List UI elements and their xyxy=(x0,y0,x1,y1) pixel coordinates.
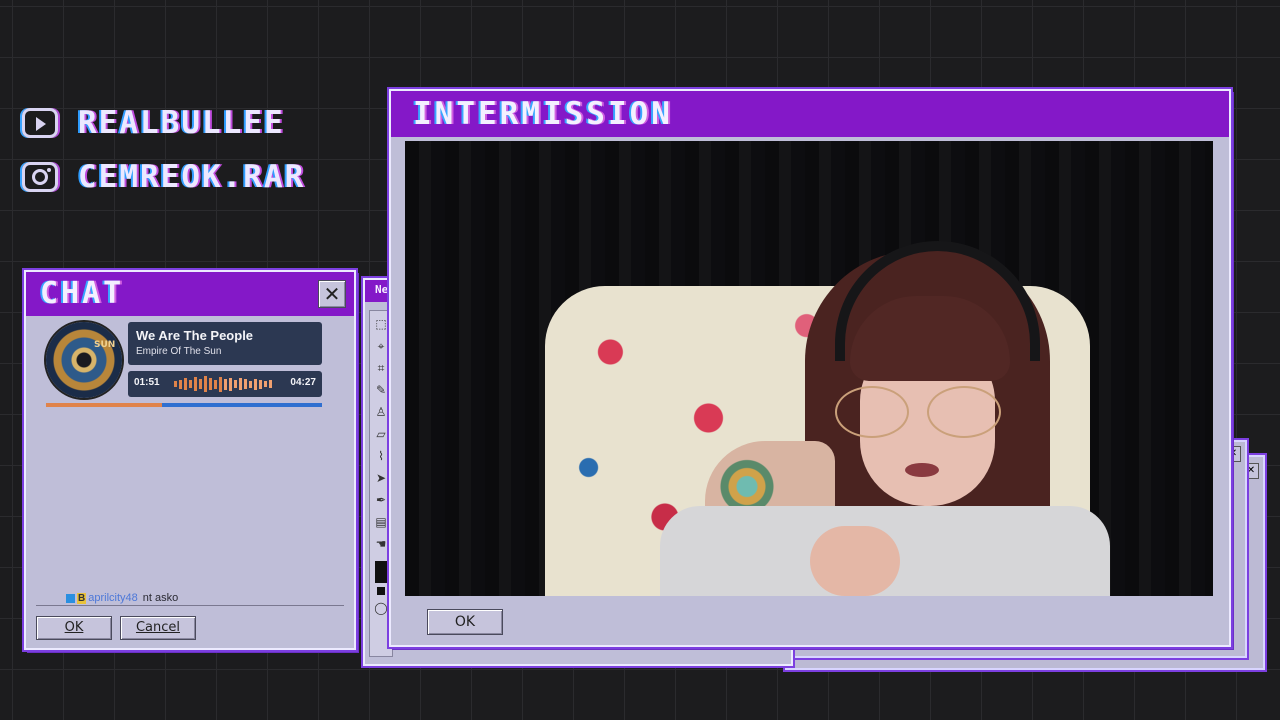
song-artist: Empire Of The Sun xyxy=(136,346,222,357)
instagram-handle: CEMREOK.RAR xyxy=(78,159,306,195)
background-color-swatch[interactable] xyxy=(377,587,385,595)
stamp-tool-icon[interactable]: ♙ xyxy=(373,403,389,421)
waveform-bar xyxy=(239,378,242,390)
text-tool-icon[interactable]: ▤ xyxy=(373,513,389,531)
waveform-bar xyxy=(179,379,182,389)
person-lips xyxy=(905,463,939,477)
instagram-icon xyxy=(22,162,58,192)
waveform-bar xyxy=(194,377,197,391)
youtube-icon xyxy=(22,108,58,138)
album-art-label: SUN xyxy=(94,340,116,350)
waveform-bar xyxy=(204,376,207,392)
duration-time: 04:27 xyxy=(290,377,316,388)
lasso-tool-icon[interactable]: ⌖ xyxy=(373,337,389,355)
waveform-bar xyxy=(224,378,227,390)
chat-divider xyxy=(36,605,344,606)
album-art: SUN xyxy=(46,322,122,398)
zoom-tool-icon[interactable]: ◯ xyxy=(373,599,389,617)
waveform xyxy=(174,375,278,393)
foreground-color-swatch[interactable] xyxy=(375,561,387,583)
song-title: We Are The People xyxy=(136,328,254,343)
glasses-icon xyxy=(835,386,1015,438)
person-hands xyxy=(810,526,900,596)
pen-tool-icon[interactable]: ✒ xyxy=(373,491,389,509)
now-playing-card: We Are The People Empire Of The Sun xyxy=(128,322,322,365)
waveform-bar xyxy=(249,380,252,388)
webcam-video xyxy=(405,141,1213,596)
crop-tool-icon[interactable]: ⌗ xyxy=(373,359,389,377)
waveform-bar xyxy=(269,380,272,388)
brush-tool-icon[interactable]: ⌇ xyxy=(373,447,389,465)
playback-progress-bar xyxy=(46,403,322,407)
waveform-bar xyxy=(199,379,202,389)
select-tool-icon[interactable]: ⬚ xyxy=(373,315,389,333)
intermission-titlebar: INTERMISSION xyxy=(391,91,1229,137)
waveform-bar xyxy=(219,376,222,392)
waveform-bar xyxy=(264,381,267,387)
chat-message-text: nt asko xyxy=(142,592,179,604)
waveform-bar xyxy=(189,380,192,388)
chat-username[interactable]: aprilcity48 xyxy=(88,592,138,604)
intermission-ok-button[interactable]: OK xyxy=(427,609,503,635)
waveform-bar xyxy=(234,380,237,388)
pencil-tool-icon[interactable]: ✎ xyxy=(373,381,389,399)
intermission-title: INTERMISSION xyxy=(413,96,673,132)
waveform-bar xyxy=(214,379,217,389)
playback-card: 01:51 04:27 xyxy=(128,371,322,397)
paint-title: Ne xyxy=(375,283,389,296)
social-instagram[interactable]: CEMREOK.RAR xyxy=(22,159,305,195)
chat-titlebar: CHAT xyxy=(26,272,354,316)
badge-icon xyxy=(66,593,75,603)
chat-title: CHAT xyxy=(40,276,125,311)
chat-message: B aprilcity48 nt asko xyxy=(66,592,178,604)
chat-ok-button[interactable]: OK xyxy=(36,616,112,640)
eraser-tool-icon[interactable]: ▱ xyxy=(373,425,389,443)
pointer-tool-icon[interactable]: ➤ xyxy=(373,469,389,487)
playback-progress-fill xyxy=(46,403,162,407)
waveform-bar xyxy=(254,378,257,390)
chat-window: CHAT ✕ SUN We Are The People Empire Of T… xyxy=(24,270,356,650)
hand-tool-icon[interactable]: ☚ xyxy=(373,535,389,553)
waveform-bar xyxy=(184,378,187,390)
waveform-bar xyxy=(209,378,212,390)
intermission-window: INTERMISSION OK xyxy=(389,89,1231,647)
youtube-handle: REALBULLEE xyxy=(78,105,285,141)
waveform-bar xyxy=(174,381,177,387)
chat-cancel-button[interactable]: Cancel xyxy=(120,616,196,640)
social-youtube[interactable]: REALBULLEE xyxy=(22,105,285,141)
chat-close-button[interactable]: ✕ xyxy=(318,280,346,308)
close-icon: ✕ xyxy=(323,282,341,306)
waveform-bar xyxy=(229,377,232,391)
elapsed-time: 01:51 xyxy=(134,377,160,388)
user-badge: B xyxy=(77,592,87,604)
waveform-bar xyxy=(244,379,247,389)
waveform-bar xyxy=(259,379,262,389)
